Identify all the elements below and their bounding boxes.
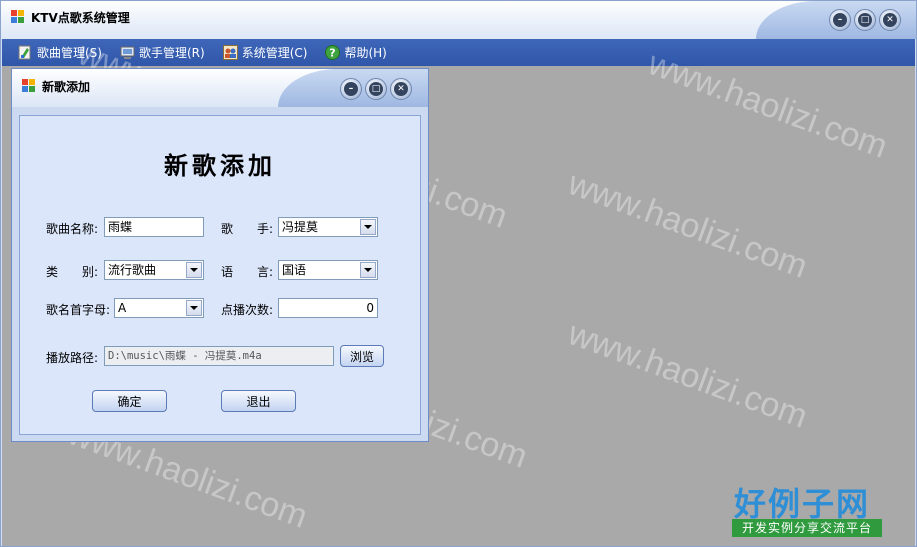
close-icon: ✕ [883, 13, 897, 27]
new-song-window: 新歌添加 – □ ✕ 新歌添加 歌曲名称: 雨蝶 歌 手: 冯提莫 类 别: 流… [11, 68, 429, 442]
chevron-down-icon[interactable] [360, 262, 376, 278]
watermark: www.haolizi.com [563, 314, 813, 436]
child-minimize-button[interactable]: – [340, 78, 362, 100]
app-title: KTV点歌系统管理 [31, 11, 130, 25]
initial-select[interactable]: A [114, 298, 204, 318]
menu-system-management-label: 系统管理(C) [241, 46, 308, 60]
exit-button[interactable]: 退出 [221, 390, 296, 412]
singer-select-value: 冯提莫 [282, 220, 319, 234]
menubar: 歌曲管理(S) 歌手管理(R) 系统管理(C) ? 帮助(H) [2, 39, 915, 66]
initial-label: 歌名首字母: [46, 303, 111, 317]
main-titlebar: KTV点歌系统管理 – □ ✕ [1, 1, 916, 39]
minimize-icon: – [344, 82, 358, 96]
singer-select[interactable]: 冯提莫 [278, 217, 378, 237]
language-select-value: 国语 [282, 263, 307, 277]
browse-button[interactable]: 浏览 [340, 345, 384, 367]
singer-icon [120, 45, 135, 60]
path-input[interactable]: D:\music\雨蝶 - 冯提莫.m4a [104, 346, 334, 366]
song-icon [18, 45, 33, 60]
chevron-down-icon[interactable] [186, 300, 202, 316]
type-label: 类 别: [46, 265, 99, 279]
menu-system-management[interactable]: 系统管理(C) [222, 44, 308, 61]
chevron-down-icon[interactable] [186, 262, 202, 278]
ok-button[interactable]: 确定 [92, 390, 167, 412]
menu-song-management[interactable]: 歌曲管理(S) [18, 44, 102, 61]
chevron-down-icon[interactable] [360, 219, 376, 235]
main-window-controls: – □ ✕ [829, 9, 901, 31]
child-maximize-button[interactable]: □ [365, 78, 387, 100]
minimize-icon: – [833, 13, 847, 27]
menu-help-label: 帮助(H) [344, 46, 387, 60]
song-name-input[interactable]: 雨蝶 [104, 217, 204, 237]
menu-song-management-label: 歌曲管理(S) [37, 46, 102, 60]
plays-input[interactable]: 0 [278, 298, 378, 318]
child-close-button[interactable]: ✕ [390, 78, 412, 100]
minimize-button[interactable]: – [829, 9, 851, 31]
child-window-controls: – □ ✕ [340, 78, 412, 100]
child-app-icon [22, 79, 36, 93]
type-select-value: 流行歌曲 [108, 263, 157, 277]
main-window: KTV点歌系统管理 – □ ✕ 歌曲管理(S) 歌手管理(R) 系统管理(C) [0, 0, 917, 547]
path-label: 播放路径: [46, 351, 99, 365]
type-select[interactable]: 流行歌曲 [104, 260, 204, 280]
child-window-title: 新歌添加 [42, 80, 91, 94]
svg-text:?: ? [330, 47, 336, 60]
app-icon [11, 10, 25, 24]
users-icon [222, 45, 238, 60]
site-logo: 好例子网 开发实例分享交流平台 [732, 479, 884, 541]
maximize-icon: □ [858, 13, 872, 27]
new-song-form: 新歌添加 歌曲名称: 雨蝶 歌 手: 冯提莫 类 别: 流行歌曲 语 言: 国语… [19, 115, 421, 435]
song-name-label: 歌曲名称: [46, 222, 99, 236]
logo-sub-text: 开发实例分享交流平台 [732, 519, 882, 537]
form-heading: 新歌添加 [164, 151, 276, 180]
watermark: www.haolizi.com [563, 164, 813, 286]
child-titlebar: 新歌添加 – □ ✕ [12, 69, 428, 107]
language-select[interactable]: 国语 [278, 260, 378, 280]
maximize-icon: □ [369, 82, 383, 96]
language-label: 语 言: [221, 265, 274, 279]
close-button[interactable]: ✕ [879, 9, 901, 31]
menu-help[interactable]: ? 帮助(H) [325, 44, 387, 61]
close-icon: ✕ [394, 82, 408, 96]
menu-singer-management[interactable]: 歌手管理(R) [120, 44, 205, 61]
maximize-button[interactable]: □ [854, 9, 876, 31]
menu-singer-management-label: 歌手管理(R) [138, 46, 205, 60]
plays-label: 点播次数: [221, 303, 274, 317]
initial-select-value: A [118, 301, 127, 315]
help-icon: ? [325, 45, 341, 60]
singer-label: 歌 手: [221, 222, 274, 236]
